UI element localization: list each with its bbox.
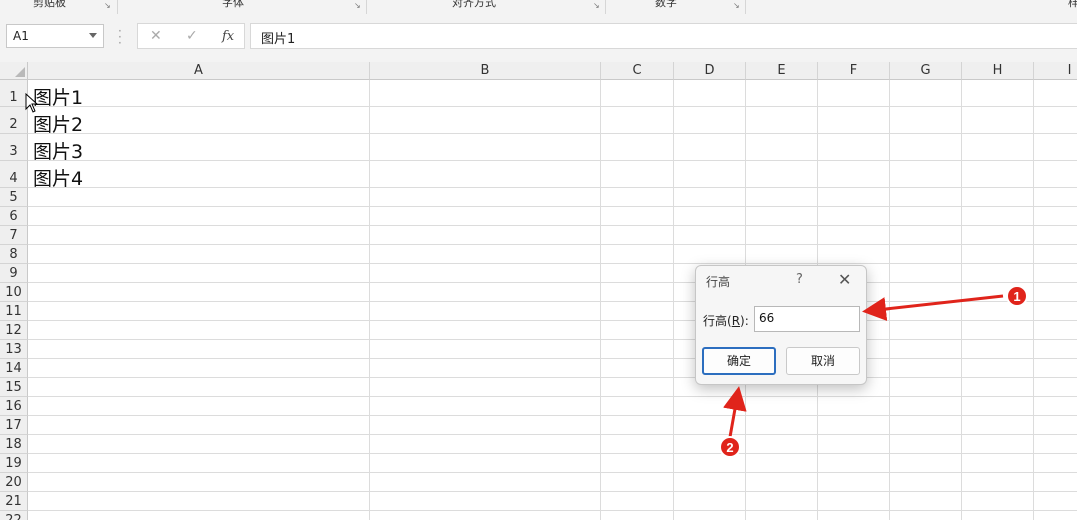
annotation-marker-2-label: 2 — [726, 440, 733, 455]
annotation-marker-1-label: 1 — [1013, 289, 1020, 304]
annotation-arrow-1 — [862, 294, 1004, 321]
annotation-marker-1: 1 — [1006, 285, 1028, 307]
annotation-marker-2: 2 — [719, 436, 741, 458]
annotation-arrow-2 — [723, 386, 747, 438]
annotation-overlay: 1 2 — [719, 285, 1028, 458]
